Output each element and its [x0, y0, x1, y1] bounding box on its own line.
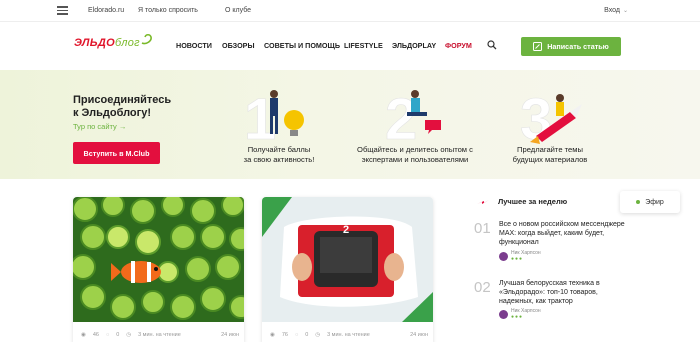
author-line: Ник Харпсон ●●● — [499, 250, 541, 262]
live-feed-button[interactable]: Эфир — [620, 191, 680, 213]
rating-dots: ●●● — [511, 256, 524, 262]
live-dot-icon — [636, 200, 641, 204]
views-icon: ◉ — [81, 332, 86, 338]
eldorado-link[interactable]: Eldorado.ru — [88, 7, 124, 14]
step-1-line2: за свою активность! — [243, 155, 315, 164]
step-caption-1: Получайте баллы за свою активность! — [230, 145, 328, 165]
article-date: 24 июн — [221, 332, 239, 338]
clock-icon: ◷ — [126, 332, 132, 338]
step-3-line1: Предлагайте темы — [517, 145, 583, 154]
step-2-line2: экспертами и пользователями — [361, 155, 469, 164]
banner-title: Присоединяйтесь к Эльдоблогу! — [73, 94, 171, 120]
read-time: 3 мин. на чтение — [327, 332, 370, 338]
step-caption-3: Предлагайте темы будущих материалов — [500, 145, 600, 165]
nav-eldoplay[interactable]: ЭЛЬДОPLAY — [392, 41, 436, 50]
views-icon: ◉ — [270, 332, 275, 338]
nintendo-switch-image: 2 — [262, 197, 433, 322]
site-tour-link[interactable]: Тур по сайту → — [73, 122, 126, 131]
read-time: 3 мин. на чтение — [138, 332, 181, 338]
chat-illustration: 2 — [385, 87, 441, 146]
comments-icon: ◌ — [105, 332, 110, 338]
step-3-line2: будущих материалов — [512, 155, 588, 164]
comments-count: 0 — [116, 332, 120, 338]
live-feed-label: Эфир — [645, 198, 664, 206]
top-bar: Eldorado.ru Я только спросить О клубе Вх… — [0, 0, 700, 22]
chevron-down-icon: ⌄ — [622, 8, 628, 14]
join-mclub-button[interactable]: Вступить в M.Club — [73, 142, 160, 164]
step-caption-2: Общайтесь и делитесь опытом с экспертами… — [345, 145, 485, 165]
views-count: 46 — [92, 332, 99, 338]
logo[interactable]: ЭЛЬДОблог — [74, 33, 152, 49]
best-item-title[interactable]: Лучшая белорусская техника в «Эльдорадо»… — [499, 279, 634, 306]
article-date: 24 июн — [410, 332, 428, 338]
article-meta: ◉ 46 ◌ 0 ◷ 3 мин. на чтение 24 июн — [81, 332, 239, 338]
step-2-line1: Общайтесь и делитесь опытом с — [357, 145, 473, 154]
comments-count: 0 — [305, 332, 309, 338]
author-line: Ник Харпсон ●●● — [499, 308, 541, 320]
avatar — [499, 309, 508, 319]
main-header: ЭЛЬДОблог НОВОСТИ ОБЗОРЫ СОВЕТЫ И ПОМОЩЬ… — [0, 22, 700, 70]
logo-swirl-icon — [141, 33, 152, 45]
login-label: Вход — [604, 7, 620, 14]
nav-news[interactable]: НОВОСТИ — [176, 41, 212, 50]
join-banner: Присоединяйтесь к Эльдоблогу! Тур по сай… — [0, 70, 700, 179]
ask-link[interactable]: Я только спросить — [138, 7, 198, 14]
search-icon[interactable] — [487, 40, 497, 50]
nav-reviews[interactable]: ОБЗОРЫ — [222, 41, 255, 50]
rank-number: 02 — [474, 279, 491, 296]
article-card[interactable]: ◉ 46 ◌ 0 ◷ 3 мин. на чтение 24 июн — [73, 197, 244, 342]
rocket-illustration: 3 — [520, 87, 582, 146]
about-club-link[interactable]: О клубе — [225, 7, 251, 14]
article-meta: ◉ 76 ◌ 0 ◷ 3 мин. на чтение 24 июн — [270, 332, 428, 338]
svg-text:2: 2 — [343, 224, 349, 236]
step-1-line1: Получайте баллы — [247, 145, 311, 154]
logo-sub: блог — [114, 37, 140, 49]
banner-title-line2: к Эльдоблогу! — [73, 107, 152, 119]
write-article-button[interactable]: Написать статью — [521, 37, 621, 56]
rating-dots: ●●● — [511, 314, 524, 320]
comments-icon: ◌ — [294, 332, 299, 338]
logo-main: ЭЛЬДО — [74, 37, 115, 49]
nav-tips[interactable]: СОВЕТЫ И ПОМОЩЬ — [264, 41, 340, 50]
lightning-icon — [477, 200, 489, 204]
login-link[interactable]: Вход ⌄ — [604, 7, 628, 14]
best-item-title[interactable]: Все о новом российском мессенджере MAX: … — [499, 220, 634, 247]
edit-icon — [533, 42, 543, 51]
points-illustration: 1 — [244, 87, 304, 146]
rank-number: 01 — [474, 220, 491, 237]
best-of-week-heading: Лучшее за неделю — [498, 197, 568, 206]
best-item[interactable]: 02 Лучшая белорусская техника в «Эльдора… — [474, 279, 634, 329]
article-card[interactable]: 2 ◉ 76 ◌ 0 ◷ 3 мин. на чтение 24 июн — [262, 197, 433, 342]
nav-lifestyle[interactable]: LIFESTYLE — [344, 41, 383, 50]
nav-forum[interactable]: ФОРУМ — [445, 41, 472, 50]
avatar — [499, 251, 508, 261]
banner-title-line1: Присоединяйтесь — [73, 94, 172, 106]
write-article-label: Написать статью — [547, 42, 609, 51]
menu-icon[interactable] — [57, 6, 68, 15]
views-count: 76 — [281, 332, 288, 338]
clownfish-image — [73, 197, 244, 322]
best-item[interactable]: 01 Все о новом российском мессенджере MA… — [474, 220, 634, 270]
clock-icon: ◷ — [315, 332, 321, 338]
